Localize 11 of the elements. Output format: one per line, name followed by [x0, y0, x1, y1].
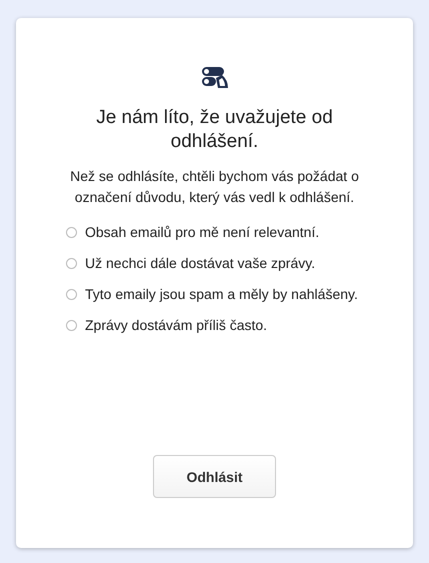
radio-button[interactable]	[66, 227, 77, 238]
heading: Je nám líto, že uvažujete od odhlášení.	[95, 106, 334, 154]
option-label: Obsah emailů pro mě není relevantní.	[85, 224, 320, 240]
option-label: Zprávy dostávám příliš často.	[85, 317, 268, 333]
option-label: Už nechci dále dostávat vaše zprávy.	[85, 255, 316, 271]
option-label: Tyto emaily jsou spam a měly by nahlášeny.	[85, 286, 358, 302]
radio-button[interactable]	[66, 320, 77, 331]
unsubscribe-button[interactable]: Odhlásit	[153, 455, 276, 498]
description: Než se odhlásíte, chtěli bychom vás požádat o označení důvodu, který vás vedl k odhlášení.	[69, 167, 360, 207]
radio-button[interactable]	[66, 258, 77, 269]
radio-button[interactable]	[66, 289, 77, 300]
